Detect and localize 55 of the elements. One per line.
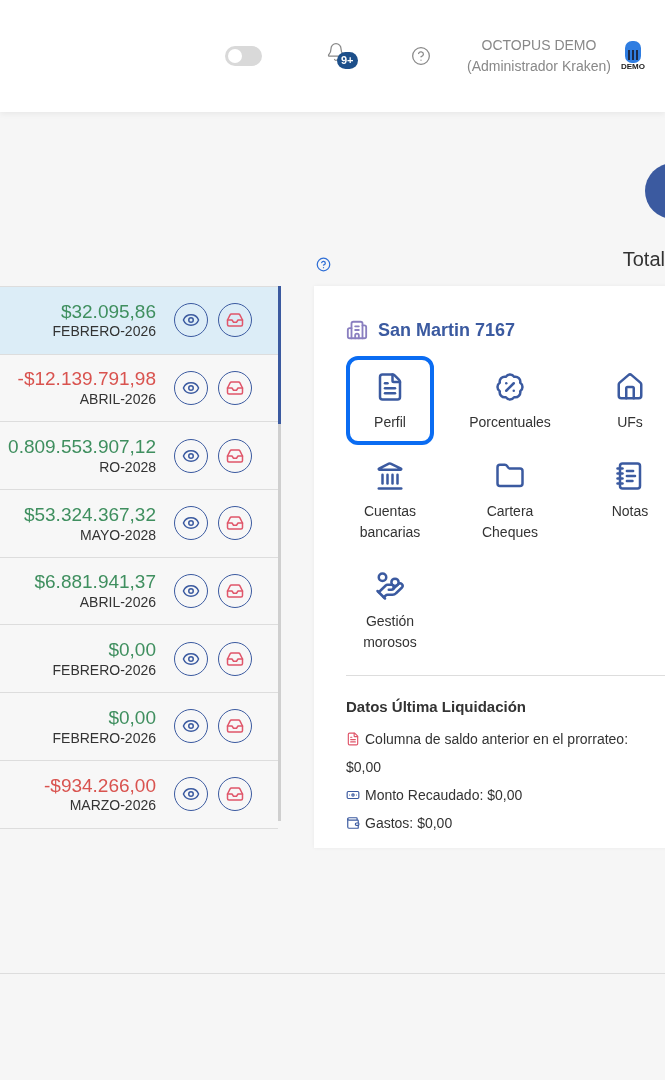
help-icon[interactable] — [316, 257, 331, 272]
inbox-icon — [226, 785, 244, 804]
amount: $53.324.367,32 — [23, 502, 156, 527]
settlement-value: $0,00 — [346, 757, 383, 777]
settlement-text: Columna de saldo anterior en el prorrateo: — [365, 729, 629, 749]
scrollbar[interactable] — [278, 286, 281, 821]
shortcut-tile[interactable]: Gestión morosos — [346, 555, 434, 665]
notifications-button[interactable]: 9+ — [326, 42, 358, 72]
inbox-icon — [226, 514, 244, 533]
total-label: Total — [622, 247, 665, 272]
inbox-icon — [226, 717, 244, 736]
building-title: San Martin 7167 — [378, 318, 516, 342]
section-title: Datos Última Liquidación — [346, 697, 527, 717]
amount: $32.095,86 — [60, 299, 156, 324]
user-role: (Administrador Kraken) — [467, 57, 611, 76]
notification-count: 9+ — [337, 52, 358, 69]
amount: -$934.266,00 — [44, 773, 156, 798]
shortcut-tile[interactable]: Cuentas bancarias — [346, 445, 434, 555]
period: ABRIL-2026 — [79, 594, 156, 612]
bank-icon — [375, 461, 405, 491]
hands-coin-icon — [375, 571, 405, 601]
period: FEBRERO-2026 — [52, 323, 156, 341]
logo: DEMO — [620, 41, 645, 71]
inbox-icon — [226, 446, 244, 465]
house-icon — [615, 372, 645, 402]
settlement-text: Monto Recaudado: $0,00 — [365, 785, 523, 805]
period: FEBRERO-2026 — [52, 729, 156, 748]
amount: 0.809.553.907,12 — [8, 435, 156, 459]
amount: $6.881.941,37 — [34, 570, 156, 595]
settlement-text: Gastos: $0,00 — [365, 813, 453, 833]
period: MAYO-2028 — [80, 526, 156, 545]
help-icon[interactable] — [411, 46, 431, 66]
building-icon — [346, 319, 368, 341]
document-icon — [346, 731, 360, 746]
shortcut-tile[interactable]: Cartera Cheques — [466, 445, 554, 555]
inbox-icon — [226, 649, 244, 668]
shortcut-tile[interactable]: Porcentuales — [466, 356, 554, 445]
period: FEBRERO-2026 — [52, 661, 156, 680]
user-name: OCTOPUS DEMO — [481, 36, 597, 55]
period: RO-2028 — [99, 458, 156, 477]
list-row[interactable]: $32.095,86 FEBRERO-2026 — [0, 287, 278, 355]
shortcut-tile[interactable]: Perfil — [346, 356, 434, 445]
amount: $0,00 — [108, 705, 156, 730]
amount: -$12.139.791,98 — [17, 367, 156, 392]
shortcut-tile[interactable]: Notas — [586, 445, 665, 555]
inbox-icon — [226, 311, 244, 330]
amount: $0,00 — [108, 638, 156, 662]
theme-toggle[interactable] — [225, 46, 262, 66]
period: MARZO-2026 — [69, 797, 156, 815]
inbox-icon — [226, 379, 244, 398]
period: ABRIL-2026 — [79, 391, 156, 409]
inbox-icon — [226, 582, 244, 601]
percent-badge-icon — [495, 372, 525, 402]
shortcut-tile[interactable]: UFs — [586, 356, 665, 445]
wallet-icon — [346, 815, 360, 830]
